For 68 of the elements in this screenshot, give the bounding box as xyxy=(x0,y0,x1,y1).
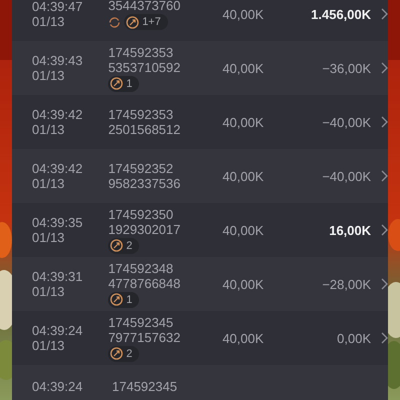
time-text: 04:39:42 xyxy=(32,161,84,176)
time-text: 04:39:35 xyxy=(32,215,84,230)
round-id: 174592348 xyxy=(108,260,174,276)
date-text: 01/13 xyxy=(32,122,66,137)
bet-amount: 40,00K xyxy=(222,330,264,346)
transaction-id: 4778766848 xyxy=(108,276,182,290)
result-amount: −28,00K xyxy=(322,276,372,292)
link-icon xyxy=(126,16,140,28)
round-id: 174592353 xyxy=(108,107,174,122)
list-row[interactable]: 04:39:42 01/13 174592353 2501568512 40,00K −40,00K xyxy=(12,95,388,149)
list-row[interactable]: 04:39:43 01/13 174592353 5353710592 1 40,00K −36,00K xyxy=(12,41,388,95)
result-amount: 0,00K xyxy=(337,330,372,346)
link-icon xyxy=(110,77,124,90)
date-text: 01/13 xyxy=(32,338,66,353)
list-row[interactable]: 04:39:35 01/13 174592350 1929302017 2 40,00K 16,00K xyxy=(12,203,388,257)
time-text: 04:39:31 xyxy=(32,269,84,284)
chevron-icon xyxy=(381,8,388,20)
result-amount: −40,00K xyxy=(322,114,372,130)
time-text: 04:39:42 xyxy=(32,107,84,122)
round-id: 174592352 xyxy=(108,161,174,176)
date-text: 01/13 xyxy=(32,14,66,29)
bet-amount: 40,00K xyxy=(222,114,264,130)
chevron-icon xyxy=(381,62,388,74)
time-text: 04:39:47 xyxy=(32,0,84,14)
round-id: 174592345 xyxy=(108,314,174,330)
date-text: 01/13 xyxy=(32,68,66,83)
chevron-icon xyxy=(381,332,388,344)
chevron-icon xyxy=(381,278,388,290)
chevron-icon xyxy=(381,116,388,128)
chevron-icon xyxy=(381,170,388,182)
bet-amount: 40,00K xyxy=(222,168,264,184)
transaction-id: 9582337536 xyxy=(108,176,182,191)
date-text: 01/13 xyxy=(32,176,66,191)
date-text: 01/13 xyxy=(32,230,66,245)
date-text: 01/13 xyxy=(32,284,66,299)
time-text: 04:39:24 xyxy=(32,323,84,338)
link-icon xyxy=(110,347,124,360)
list-row[interactable]: 04:39:24 01/13 174592345 7977157632 2 40,00K 0,00K xyxy=(12,311,388,365)
transaction-id: 7977157632 xyxy=(108,330,182,344)
count-badge: 2 xyxy=(108,238,140,254)
list-row[interactable]: 04:39:24 174592345 xyxy=(12,365,388,400)
count-badge: 1 xyxy=(108,76,140,92)
link-icon xyxy=(110,293,124,306)
list-row[interactable]: 04:39:42 01/13 174592352 9582337536 40,00K −40,00K xyxy=(12,149,388,203)
chevron-icon xyxy=(381,224,388,236)
result-amount: 16,00K xyxy=(329,222,372,238)
bet-amount: 40,00K xyxy=(222,276,264,292)
result-amount: −40,00K xyxy=(322,168,372,184)
count-badge: 1 xyxy=(108,292,140,308)
time-text: 04:39:43 xyxy=(32,53,84,68)
transaction-id: 5353710592 xyxy=(108,60,182,74)
bet-amount: 40,00K xyxy=(222,60,264,76)
round-id: 174592345 xyxy=(112,379,178,394)
count-badge: 1+7 xyxy=(124,14,168,30)
link-icon xyxy=(110,239,124,252)
transaction-id: 3544373760 xyxy=(108,0,182,13)
result-amount: −36,00K xyxy=(322,60,372,76)
time-text: 04:39:24 xyxy=(32,379,84,394)
transaction-id: 2501568512 xyxy=(108,122,182,137)
result-amount: 1.456,00K xyxy=(311,6,372,22)
round-id: 174592353 xyxy=(108,44,174,60)
bet-amount: 40,00K xyxy=(222,222,264,238)
round-id: 174592350 xyxy=(108,206,174,222)
list-row[interactable]: 04:39:47 01/13 3544373760 1+7 40,00K 1.456,00K xyxy=(12,0,388,41)
transaction-id: 1929302017 xyxy=(108,222,182,236)
list-row[interactable]: 04:39:31 01/13 174592348 4778766848 1 40,00K −28,00K xyxy=(12,257,388,311)
bet-amount: 40,00K xyxy=(222,6,264,22)
count-badge: 2 xyxy=(108,346,140,362)
